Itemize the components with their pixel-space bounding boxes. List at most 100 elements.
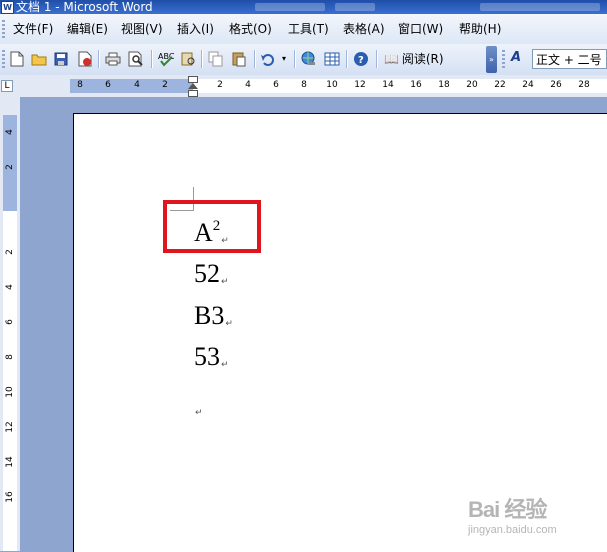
paste-icon[interactable] <box>230 50 248 68</box>
paragraph-mark-icon: ↵ <box>195 408 203 418</box>
ruler-label: 14 <box>5 456 15 468</box>
title-bar: W 文档 1 - Microsoft Word <box>0 0 607 14</box>
ruler-label: 6 <box>273 80 279 90</box>
ruler-label: 12 <box>354 80 366 90</box>
menu-insert[interactable]: 插入(I) <box>177 21 214 37</box>
print-preview-icon[interactable] <box>127 50 145 68</box>
ruler-label: 2 <box>5 164 15 170</box>
table-icon[interactable] <box>323 50 341 68</box>
ruler-label: 12 <box>5 421 15 433</box>
ruler-left-margin <box>70 79 193 93</box>
read-icon: 📖 <box>384 52 399 66</box>
menu-window[interactable]: 窗口(W) <box>398 21 443 37</box>
line-text: B3 <box>194 301 225 330</box>
save-icon[interactable] <box>52 50 70 68</box>
ruler-label: 20 <box>466 80 478 90</box>
standard-toolbar: ABC ▾ ? 📖 阅读(R) » A 正文 + 二号 <box>0 44 607 76</box>
horizontal-ruler-bar: L 8 6 4 2 2 4 6 8 10 12 14 16 18 20 22 2… <box>0 75 607 98</box>
menu-bar: 文件(F) 编辑(E) 视图(V) 插入(I) 格式(O) 工具(T) 表格(A… <box>0 14 607 45</box>
ruler-label: 18 <box>438 80 450 90</box>
copy-icon[interactable] <box>207 50 225 68</box>
blurred-taskbar-text <box>335 3 375 11</box>
ruler-label: 10 <box>5 386 15 398</box>
ruler-label: 22 <box>494 80 506 90</box>
hyperlink-icon[interactable] <box>300 50 318 68</box>
ruler-label: 4 <box>134 80 140 90</box>
document-line[interactable]: 52↵ <box>194 259 229 297</box>
paragraph-mark-icon: ↵ <box>221 277 229 287</box>
word-app-icon[interactable]: W <box>1 1 14 14</box>
toolbar-grip[interactable] <box>2 50 5 68</box>
menu-edit[interactable]: 编辑(E) <box>67 21 108 37</box>
help-icon[interactable]: ? <box>352 50 370 68</box>
ruler-label: 28 <box>578 80 590 90</box>
tab-selector[interactable]: L <box>1 80 13 92</box>
blurred-taskbar-text <box>480 3 600 11</box>
svg-text:ABC: ABC <box>158 52 174 61</box>
toolbar-separator <box>254 50 256 68</box>
ruler-label: 8 <box>77 80 83 90</box>
ruler-label: 10 <box>326 80 338 90</box>
hanging-indent-marker[interactable] <box>188 83 198 89</box>
menu-help[interactable]: 帮助(H) <box>459 21 501 37</box>
blurred-taskbar-text <box>255 3 325 11</box>
read-button-label: 阅读(R) <box>401 52 444 66</box>
left-indent-marker[interactable] <box>188 90 198 97</box>
ruler-label: 26 <box>550 80 562 90</box>
svg-text:?: ? <box>358 55 364 66</box>
menu-format[interactable]: 格式(O) <box>229 21 272 37</box>
red-highlight-box <box>163 200 261 253</box>
ruler-label: 16 <box>5 491 15 503</box>
toolbar-separator <box>346 50 348 68</box>
line-text: 53 <box>194 342 220 371</box>
research-icon[interactable] <box>179 50 197 68</box>
document-line[interactable]: 53↵ <box>194 342 229 380</box>
spelling-icon[interactable]: ABC <box>157 50 175 68</box>
toolbar-separator <box>151 50 153 68</box>
permission-icon[interactable] <box>76 50 94 68</box>
watermark-logo: Bai 经验 <box>468 497 547 522</box>
ruler-label: 6 <box>5 319 15 325</box>
ruler-label: 6 <box>105 80 111 90</box>
line-text: 52 <box>194 259 220 288</box>
window-title: 文档 1 - Microsoft Word <box>16 0 153 14</box>
vertical-ruler[interactable]: 4 2 2 4 6 8 10 12 14 16 <box>3 115 17 551</box>
ruler-label: 2 <box>217 80 223 90</box>
ruler-label: 4 <box>5 129 15 135</box>
menu-view[interactable]: 视图(V) <box>121 21 163 37</box>
document-line[interactable]: ↵ <box>194 390 203 428</box>
menu-tools[interactable]: 工具(T) <box>288 21 329 37</box>
styles-icon[interactable]: A <box>511 50 521 65</box>
ruler-label: 2 <box>5 249 15 255</box>
horizontal-ruler[interactable]: 8 6 4 2 2 4 6 8 10 12 14 16 18 20 22 24 … <box>70 79 607 93</box>
ruler-label: 24 <box>522 80 534 90</box>
menu-file[interactable]: 文件(F) <box>13 21 53 37</box>
ruler-label: 4 <box>5 284 15 290</box>
document-page[interactable] <box>73 113 607 552</box>
undo-icon[interactable] <box>259 50 277 68</box>
toolbar-separator <box>376 50 378 68</box>
undo-dropdown-icon[interactable]: ▾ <box>279 50 289 68</box>
ruler-label: 2 <box>162 80 168 90</box>
vertical-ruler-bar: 4 2 2 4 6 8 10 12 14 16 <box>0 97 20 551</box>
document-line[interactable]: B3↵ <box>194 301 233 339</box>
toolbar-options-chevron-icon[interactable]: » <box>486 46 497 73</box>
toolbar-separator <box>98 50 100 68</box>
first-line-indent-marker[interactable] <box>188 76 198 83</box>
new-icon[interactable] <box>8 50 26 68</box>
menu-table[interactable]: 表格(A) <box>343 21 385 37</box>
ruler-label: 16 <box>410 80 422 90</box>
toolbar-separator <box>294 50 296 68</box>
indent-markers[interactable] <box>188 76 198 97</box>
toolbar-separator <box>201 50 203 68</box>
open-icon[interactable] <box>30 50 48 68</box>
ruler-label: 8 <box>5 354 15 360</box>
watermark-url: jingyan.baidu.com <box>468 524 557 536</box>
print-icon[interactable] <box>104 50 122 68</box>
ruler-label: 14 <box>382 80 394 90</box>
ruler-label: 4 <box>245 80 251 90</box>
style-select[interactable]: 正文 + 二号 <box>532 49 607 69</box>
read-button[interactable]: 📖 阅读(R) <box>384 50 444 68</box>
menubar-grip[interactable] <box>2 20 5 38</box>
formatting-toolbar-grip[interactable] <box>502 50 505 68</box>
